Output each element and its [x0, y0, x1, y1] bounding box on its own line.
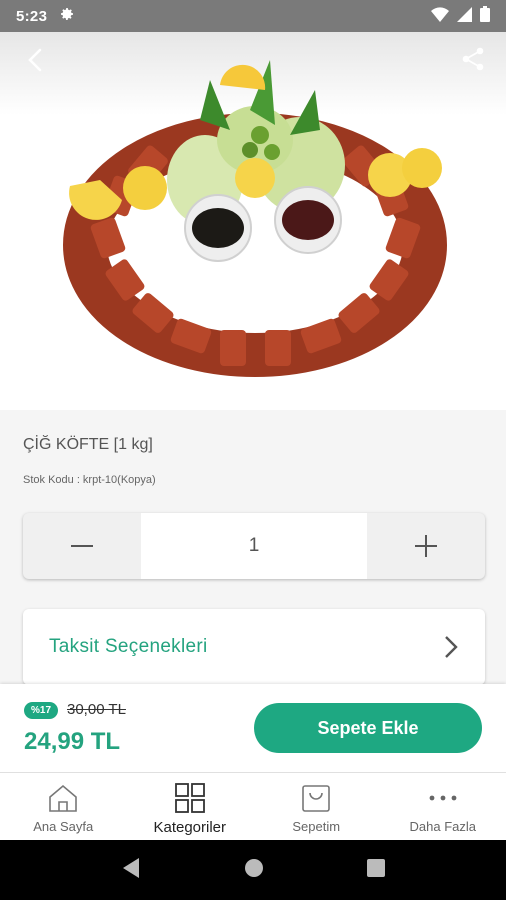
product-info: ÇİĞ KÖFTE [1 kg] Stok Kodu : krpt-10(Kop… — [0, 410, 506, 685]
chevron-right-icon — [445, 636, 458, 658]
nav-label-cart: Sepetim — [292, 819, 341, 834]
plus-icon — [415, 535, 437, 557]
installment-options-button[interactable]: Taksit Seçenekleri — [23, 609, 485, 685]
back-arrow-icon[interactable] — [22, 46, 50, 74]
wifi-icon — [431, 6, 449, 26]
nav-label-more: Daha Fazla — [409, 819, 476, 834]
price-bar: %17 30,00 TL 24,99 TL Sepete Ekle — [0, 684, 506, 772]
nav-item-cart[interactable]: Sepetim — [253, 773, 380, 840]
nav-item-more[interactable]: Daha Fazla — [380, 773, 506, 840]
product-title: ÇİĞ KÖFTE [1 kg] — [23, 436, 153, 453]
increase-quantity-button[interactable] — [367, 513, 485, 579]
bottom-navigation: Ana Sayfa Kategoriler Sepetim Daha Fazla — [0, 772, 506, 840]
old-price: 30,00 TL — [67, 701, 126, 718]
system-recents-icon[interactable] — [366, 858, 385, 882]
grid-icon — [174, 783, 205, 813]
system-navigation-bar — [0, 840, 506, 900]
product-photo — [63, 60, 447, 377]
stock-code: Stok Kodu : krpt-10(Kopya) — [23, 474, 156, 486]
installment-label: Taksit Seçenekleri — [49, 636, 208, 657]
status-bar: 5:23 — [0, 0, 506, 32]
nav-item-home[interactable]: Ana Sayfa — [0, 773, 127, 840]
product-image-area — [0, 32, 506, 410]
battery-icon — [480, 6, 490, 26]
signal-icon — [457, 6, 472, 26]
share-icon[interactable] — [460, 46, 486, 72]
quantity-value[interactable]: 1 — [141, 513, 367, 579]
home-icon — [49, 784, 78, 812]
status-time: 5:23 — [16, 7, 48, 25]
more-icon — [429, 795, 457, 801]
nav-label-home: Ana Sayfa — [33, 819, 94, 834]
gear-icon — [59, 6, 75, 27]
system-home-icon[interactable] — [244, 858, 264, 883]
system-back-icon[interactable] — [121, 857, 141, 884]
bag-icon — [302, 785, 331, 812]
nav-item-categories[interactable]: Kategoriler — [127, 773, 254, 840]
decrease-quantity-button[interactable] — [23, 513, 141, 579]
nav-label-categories: Kategoriler — [153, 819, 227, 836]
minus-icon — [71, 545, 93, 547]
discount-badge: %17 — [24, 702, 59, 719]
current-price: 24,99 TL — [24, 728, 121, 755]
add-to-cart-button[interactable]: Sepete Ekle — [254, 703, 482, 753]
quantity-stepper: 1 — [23, 513, 485, 579]
